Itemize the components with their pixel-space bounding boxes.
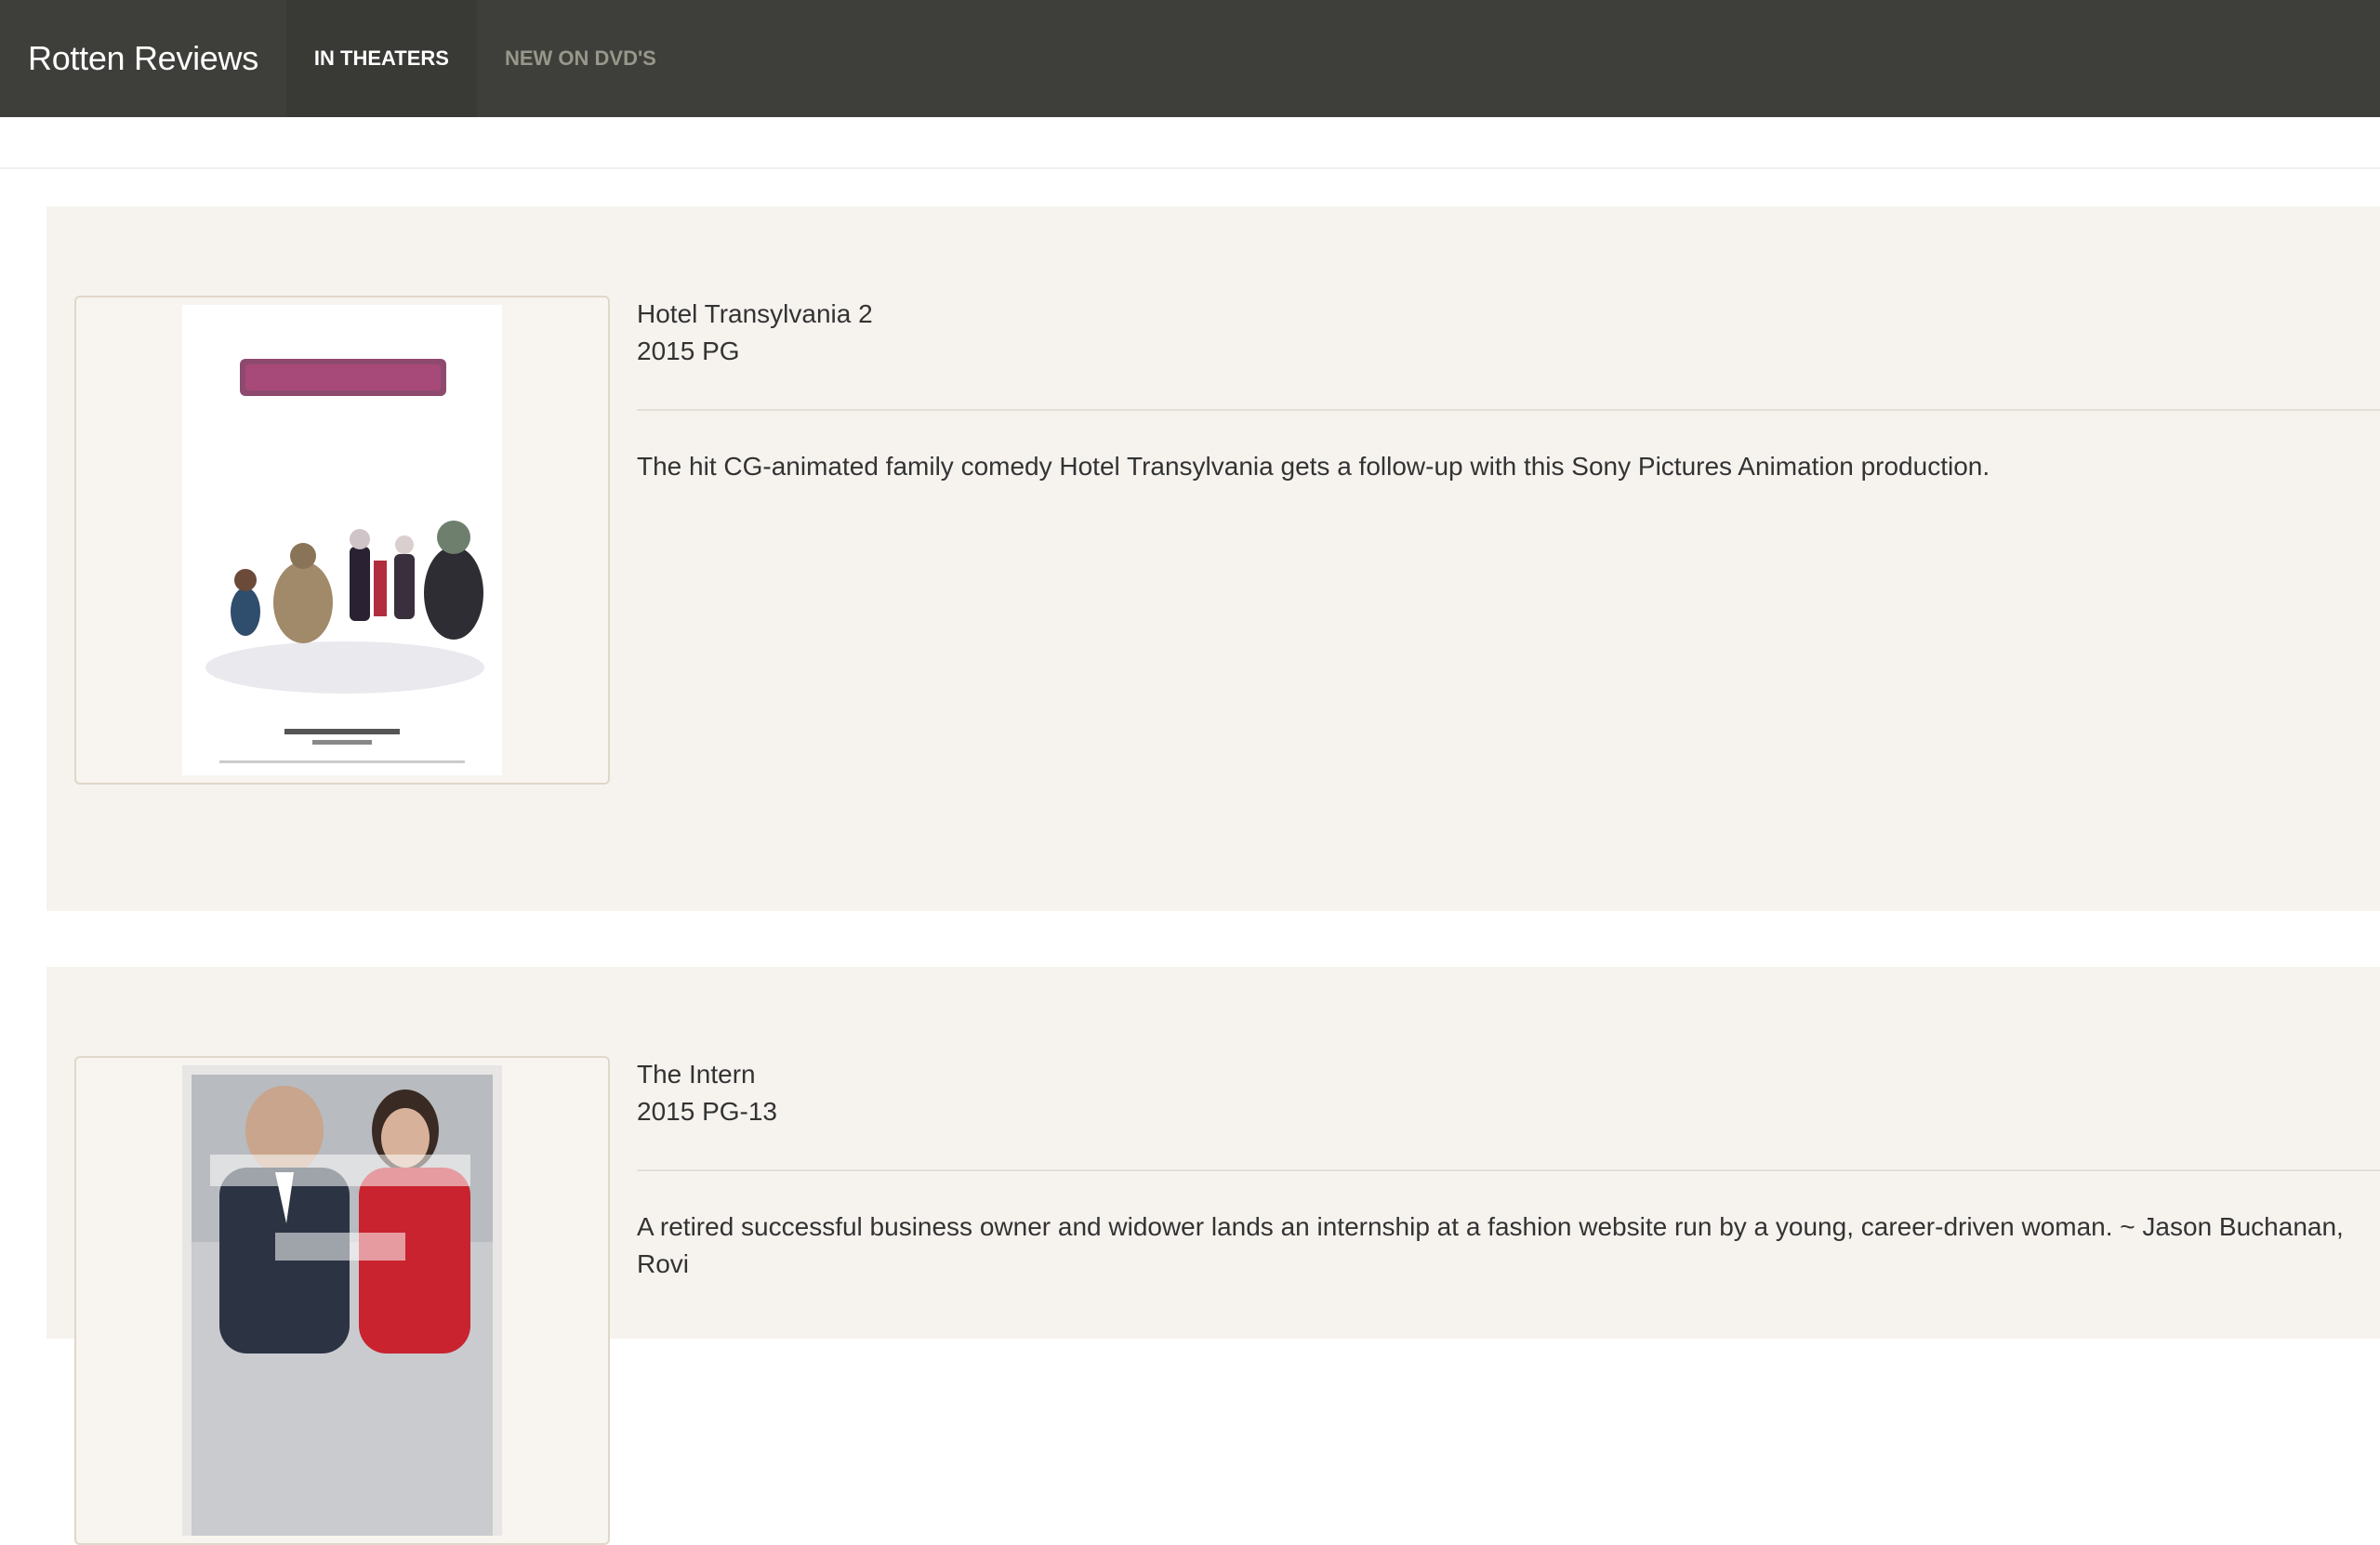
hotel-transylvania-poster-art — [182, 305, 502, 775]
movie-year-rating: 2015 PG-13 — [637, 1097, 777, 1126]
movie-synopsis: A retired successful business owner and … — [637, 1212, 2344, 1278]
movie-title[interactable]: Hotel Transylvania 2 — [637, 296, 2380, 333]
poster-image — [182, 1065, 502, 1536]
movie-synopsis: The hit CG-animated family comedy Hotel … — [637, 452, 1990, 481]
poster-thumbnail[interactable] — [74, 296, 610, 785]
nav-item-new-on-dvds[interactable]: NEW ON DVD'S — [477, 0, 684, 117]
movie-card: The Intern 2015 PG-13 A retired successf… — [46, 967, 2380, 1545]
brand-link[interactable]: Rotten Reviews — [0, 0, 286, 117]
divider — [637, 1169, 2380, 1171]
divider — [637, 409, 2380, 411]
movie-details: The Intern 2015 PG-13 A retired successf… — [637, 1056, 2380, 1283]
movie-year-rating: 2015 PG — [637, 337, 740, 365]
divider — [0, 167, 2380, 169]
the-intern-poster-art — [182, 1065, 502, 1536]
poster-image — [182, 305, 502, 775]
navbar: Rotten Reviews IN THEATERS NEW ON DVD'S — [0, 0, 2380, 117]
nav-item-in-theaters[interactable]: IN THEATERS — [285, 0, 477, 117]
movie-details: Hotel Transylvania 2 2015 PG The hit CG-… — [637, 296, 2380, 485]
poster-thumbnail[interactable] — [74, 1056, 610, 1545]
movie-card: Hotel Transylvania 2 2015 PG The hit CG-… — [46, 206, 2380, 911]
movie-title[interactable]: The Intern — [637, 1056, 2380, 1093]
